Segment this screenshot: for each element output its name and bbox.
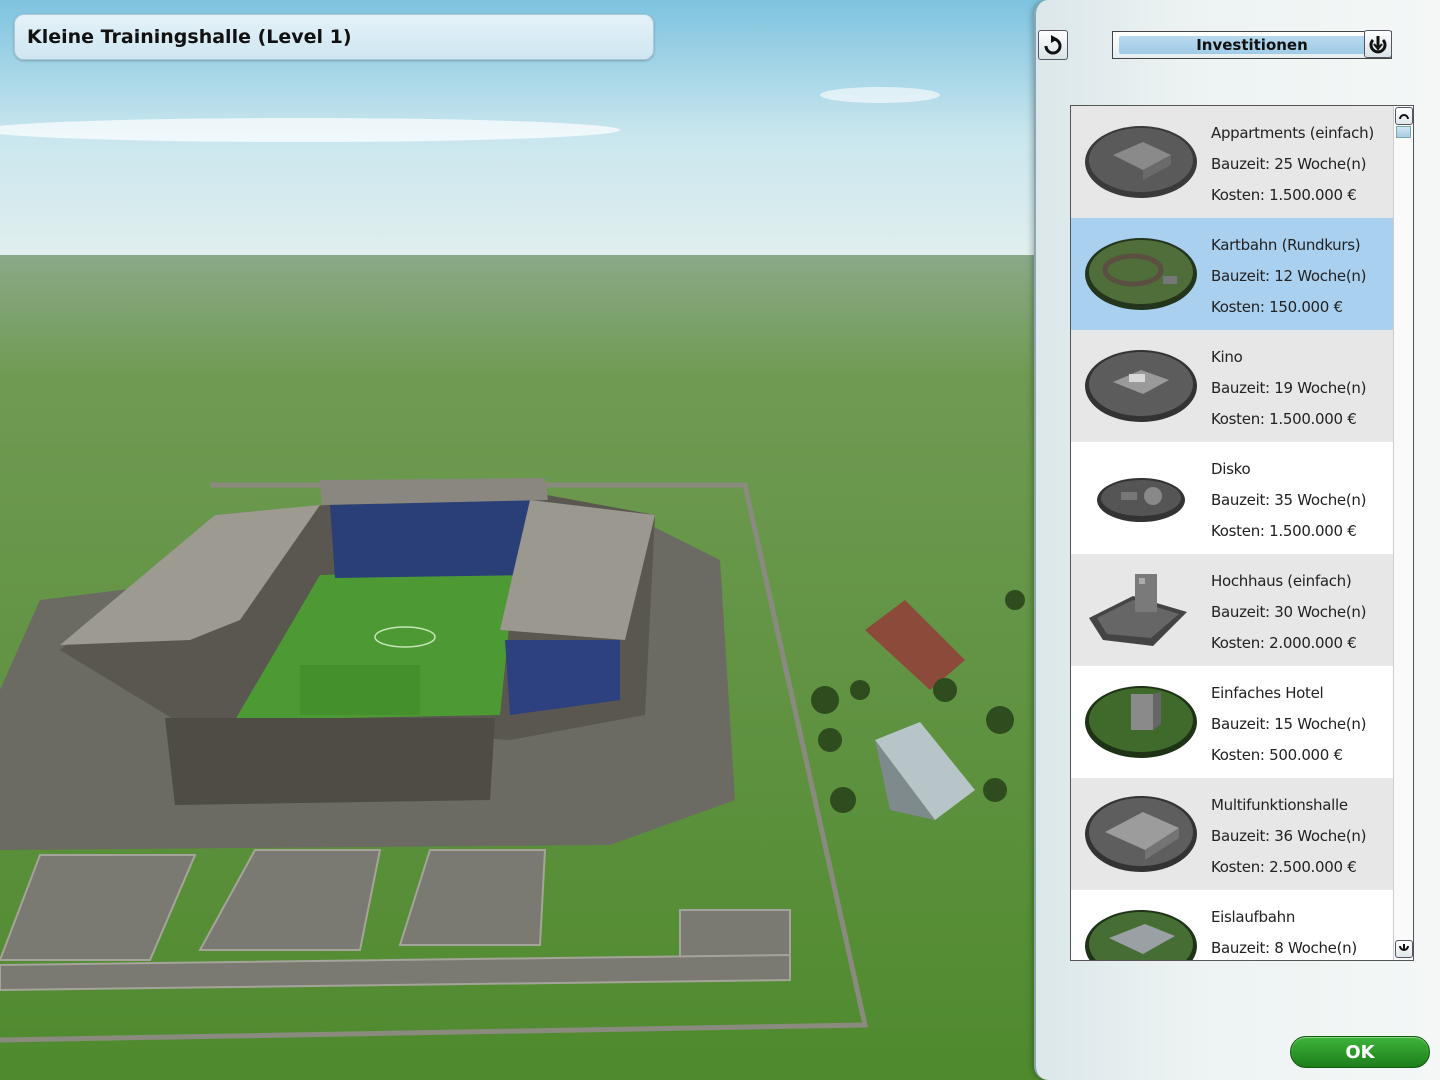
investment-item-hotel[interactable]: Einfaches Hotel Bauzeit: 15 Woche(n) Kos… bbox=[1071, 666, 1393, 778]
investment-item-kino[interactable]: Kino Bauzeit: 19 Woche(n) Kosten: 1.500.… bbox=[1071, 330, 1393, 442]
building-title: Kleine Trainingshalle (Level 1) bbox=[27, 26, 352, 48]
menu-toggle-button[interactable] bbox=[1364, 30, 1392, 58]
investment-name: Kino bbox=[1211, 348, 1243, 366]
investment-name: Einfaches Hotel bbox=[1211, 684, 1324, 702]
investment-name: Disko bbox=[1211, 460, 1251, 478]
investment-item-hochhaus[interactable]: Hochhaus (einfach) Bauzeit: 30 Woche(n) … bbox=[1071, 554, 1393, 666]
power-down-icon bbox=[1369, 36, 1387, 54]
scroll-down-button[interactable] bbox=[1395, 940, 1413, 958]
scroll-up-button[interactable] bbox=[1395, 107, 1413, 125]
investment-name: Hochhaus (einfach) bbox=[1211, 572, 1352, 590]
ok-button[interactable]: OK bbox=[1290, 1036, 1430, 1068]
multifunktionshalle-thumbnail bbox=[1085, 796, 1197, 872]
investment-name: Kartbahn (Rundkurs) bbox=[1211, 236, 1361, 254]
investment-kosten: Kosten: 1.500.000 € bbox=[1211, 410, 1357, 428]
investment-bauzeit: Bauzeit: 36 Woche(n) bbox=[1211, 827, 1367, 845]
investment-item-appartments[interactable]: Appartments (einfach) Bauzeit: 25 Woche(… bbox=[1071, 106, 1393, 218]
investment-kosten: Kosten: 1.500.000 € bbox=[1211, 186, 1357, 204]
investment-name: Appartments (einfach) bbox=[1211, 124, 1374, 142]
apartments-thumbnail bbox=[1085, 126, 1197, 198]
hochhaus-thumbnail bbox=[1089, 574, 1187, 646]
investment-item-kartbahn[interactable]: Kartbahn (Rundkurs) Bauzeit: 12 Woche(n)… bbox=[1071, 218, 1393, 330]
investment-kosten: Kosten: 1.500.000 € bbox=[1211, 522, 1357, 540]
scroll-up-icon bbox=[1399, 114, 1409, 120]
investment-bauzeit: Bauzeit: 19 Woche(n) bbox=[1211, 379, 1367, 397]
rotate-arrow-icon bbox=[1044, 35, 1062, 55]
investment-kosten: Kosten: 150.000 € bbox=[1211, 298, 1343, 316]
investment-name: Multifunktionshalle bbox=[1211, 796, 1348, 814]
list-scrollbar[interactable] bbox=[1393, 106, 1413, 960]
investments-list-items: Appartments (einfach) Bauzeit: 25 Woche(… bbox=[1071, 106, 1393, 960]
investment-bauzeit: Bauzeit: 12 Woche(n) bbox=[1211, 267, 1367, 285]
investments-list[interactable]: Appartments (einfach) Bauzeit: 25 Woche(… bbox=[1070, 105, 1414, 961]
scroll-down-icon bbox=[1399, 944, 1409, 951]
investment-bauzeit: Bauzeit: 15 Woche(n) bbox=[1211, 715, 1367, 733]
investment-item-multifunktionshalle[interactable]: Multifunktionshalle Bauzeit: 36 Woche(n)… bbox=[1071, 778, 1393, 890]
hotel-thumbnail bbox=[1085, 686, 1197, 758]
eislaufbahn-thumbnail bbox=[1085, 910, 1197, 960]
investment-kosten: Kosten: 500.000 € bbox=[1211, 746, 1343, 764]
investments-header: Investitionen bbox=[1112, 31, 1392, 59]
building-title-bar: Kleine Trainingshalle (Level 1) bbox=[14, 14, 654, 60]
back-button[interactable] bbox=[1038, 30, 1068, 60]
investments-header-label: Investitionen bbox=[1196, 36, 1308, 54]
investments-panel: Investitionen Appartments (einfach) Bauz… bbox=[1034, 0, 1440, 1080]
ok-button-label: OK bbox=[1345, 1041, 1375, 1063]
investment-item-eislaufbahn[interactable]: Eislaufbahn Bauzeit: 8 Woche(n) bbox=[1071, 890, 1393, 960]
investment-bauzeit: Bauzeit: 25 Woche(n) bbox=[1211, 155, 1367, 173]
disko-thumbnail bbox=[1097, 478, 1185, 522]
investment-bauzeit: Bauzeit: 30 Woche(n) bbox=[1211, 603, 1367, 621]
scroll-thumb[interactable] bbox=[1396, 126, 1411, 138]
kartbahn-thumbnail bbox=[1085, 238, 1197, 310]
investment-kosten: Kosten: 2.500.000 € bbox=[1211, 858, 1357, 876]
investment-kosten: Kosten: 2.000.000 € bbox=[1211, 634, 1357, 652]
investment-bauzeit: Bauzeit: 8 Woche(n) bbox=[1211, 939, 1357, 957]
kino-thumbnail bbox=[1085, 350, 1197, 422]
investment-name: Eislaufbahn bbox=[1211, 908, 1296, 926]
investment-item-disko[interactable]: Disko Bauzeit: 35 Woche(n) Kosten: 1.500… bbox=[1071, 442, 1393, 554]
investment-bauzeit: Bauzeit: 35 Woche(n) bbox=[1211, 491, 1367, 509]
